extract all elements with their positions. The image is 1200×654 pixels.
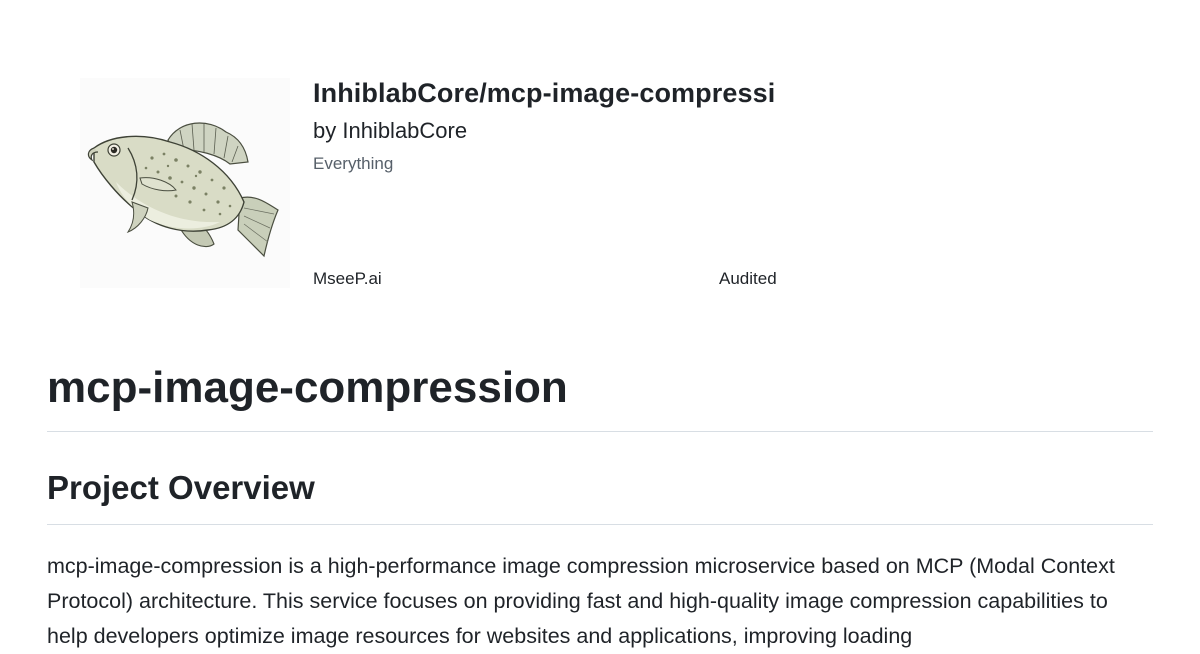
audited-badge[interactable]: Audited xyxy=(719,269,777,289)
mseep-badge[interactable]: MseeP.ai xyxy=(313,269,382,289)
repo-category[interactable]: Everything xyxy=(313,154,393,174)
crappie-fish-icon xyxy=(87,122,279,258)
section-heading-project-overview: Project Overview xyxy=(47,464,1153,525)
repo-author[interactable]: by InhiblabCore xyxy=(313,118,467,144)
repo-logo xyxy=(80,78,290,288)
readme-content: mcp-image-compression Project Overview m… xyxy=(47,358,1153,654)
repo-header-card: InhiblabCore/mcp-image-compressi by Inhi… xyxy=(80,78,1120,290)
overview-paragraph: mcp-image-compression is a high-performa… xyxy=(47,554,1115,648)
repo-title[interactable]: InhiblabCore/mcp-image-compressi xyxy=(313,78,775,109)
readme-title: mcp-image-compression xyxy=(47,358,1153,432)
